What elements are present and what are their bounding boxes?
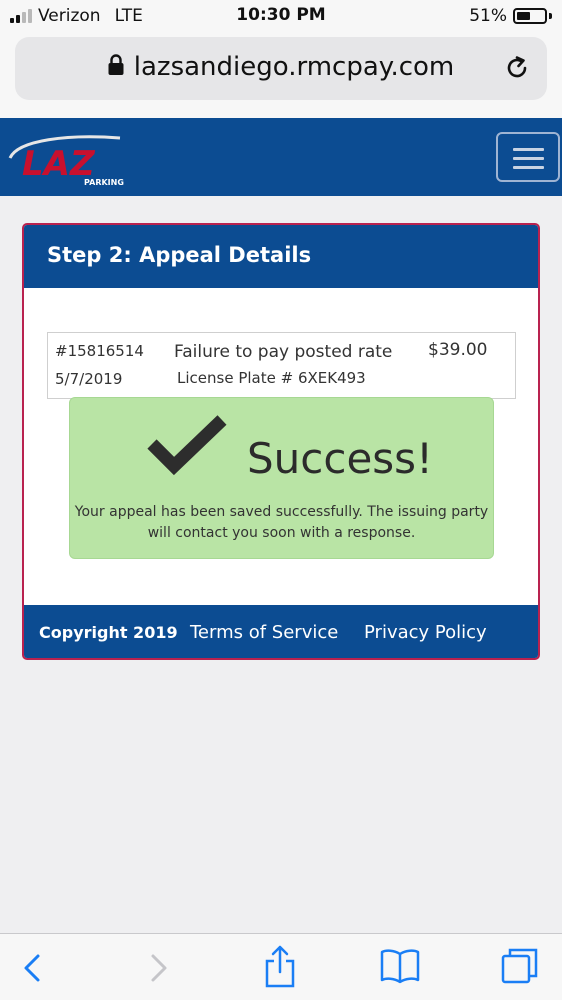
bookmarks-icon[interactable] — [380, 948, 420, 988]
ticket-row: #15816514 5/7/2019 Failure to pay posted… — [47, 332, 516, 399]
success-title: Success! — [247, 434, 433, 483]
appeal-details-card: Step 2: Appeal Details #15816514 5/7/201… — [22, 223, 540, 660]
terms-of-service-link[interactable]: Terms of Service — [190, 622, 338, 643]
laz-parking-logo[interactable]: LAZ PARKING — [8, 132, 126, 188]
logo-subtext: PARKING — [84, 178, 124, 187]
lock-icon — [108, 53, 124, 83]
ticket-plate: License Plate # 6XEK493 — [177, 369, 366, 387]
status-right: 51% — [469, 6, 552, 26]
success-message: Your appeal has been saved successfully.… — [74, 504, 489, 541]
ticket-violation: Failure to pay posted rate — [174, 342, 393, 362]
url-text[interactable]: lazsandiego.rmcpay.com — [134, 52, 454, 82]
forward-chevron-icon[interactable] — [145, 948, 171, 992]
hamburger-menu-icon — [513, 148, 544, 175]
ticket-date: 5/7/2019 — [55, 370, 123, 388]
success-alert: Success! Your appeal has been saved succ… — [69, 397, 494, 559]
battery-icon — [513, 8, 547, 24]
site-header: LAZ PARKING — [0, 118, 562, 196]
battery-percent: 51% — [469, 6, 507, 26]
privacy-policy-link[interactable]: Privacy Policy — [364, 622, 487, 643]
address-bar-content[interactable]: lazsandiego.rmcpay.com — [15, 52, 547, 83]
reload-icon[interactable] — [503, 54, 531, 82]
tabs-icon[interactable] — [500, 946, 540, 990]
hamburger-menu-button[interactable] — [496, 132, 560, 182]
status-bar: Verizon LTE 10:30 PM 51% — [0, 0, 562, 34]
copyright-text: Copyright 2019 — [39, 623, 178, 642]
share-icon[interactable] — [263, 944, 297, 992]
card-footer: Copyright 2019 Terms of Service Privacy … — [24, 605, 538, 658]
battery-level-fill — [517, 12, 530, 20]
address-bar[interactable]: lazsandiego.rmcpay.com — [15, 37, 547, 100]
ticket-amount: $39.00 — [428, 340, 488, 360]
card-title: Step 2: Appeal Details — [24, 225, 538, 288]
browser-toolbar — [0, 933, 562, 1000]
checkmark-icon — [146, 412, 228, 476]
browser-address-area: lazsandiego.rmcpay.com — [0, 34, 562, 118]
battery-nub — [549, 13, 552, 19]
back-chevron-icon[interactable] — [20, 948, 46, 992]
ticket-number: #15816514 — [55, 342, 144, 360]
